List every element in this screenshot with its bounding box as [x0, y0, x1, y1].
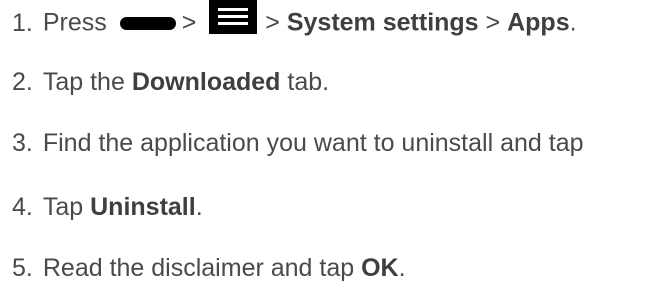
step-number: 3. — [12, 129, 33, 157]
step-end: . — [195, 193, 203, 221]
button-uninstall: Uninstall — [90, 193, 196, 221]
instructions-page: 1. Press > > System settings > Apps. 2. Ta… — [0, 0, 654, 284]
step-text: Press — [42, 8, 107, 37]
button-ok: OK — [361, 254, 399, 282]
menu-item-system-settings: System settings — [286, 8, 479, 37]
step-text: Read the disclaimer and tap — [42, 254, 355, 282]
step-number: 1. — [12, 8, 33, 37]
separator: > — [181, 8, 197, 37]
menu-item-apps: Apps — [507, 8, 570, 37]
step-text: Find the application you want to uninsta… — [42, 129, 584, 157]
step-text: Tap the — [42, 68, 125, 96]
step-number: 4. — [12, 193, 33, 221]
step-1: 1. Press > > System settings > Apps. — [12, 0, 577, 37]
step-number: 2. — [12, 68, 33, 96]
separator: > — [485, 8, 501, 37]
step-end: . — [569, 8, 577, 37]
step-number: 5. — [12, 254, 33, 282]
step-end: . — [398, 254, 406, 282]
tab-downloaded: Downloaded — [131, 68, 281, 96]
step-5: 5. Read the disclaimer and tap OK. — [12, 253, 406, 283]
separator: > — [265, 8, 280, 37]
step-text: tab. — [287, 68, 330, 96]
home-key-icon — [119, 16, 176, 30]
step-2: 2. Tap the Downloaded tab. — [12, 67, 329, 97]
step-3: 3. Find the application you want to unins… — [12, 128, 584, 158]
step-text: Tap — [42, 193, 84, 221]
menu-key-icon — [209, 0, 258, 34]
step-4: 4. Tap Uninstall. — [12, 192, 203, 222]
